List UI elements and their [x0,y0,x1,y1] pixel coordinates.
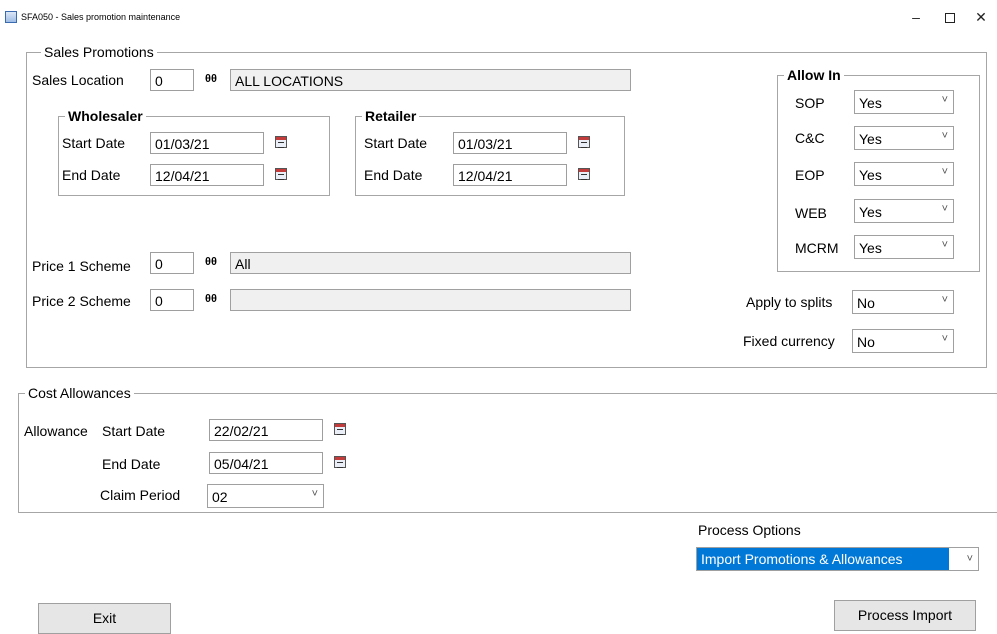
allow-in-cc-select[interactable]: Yes ˅ [854,126,954,150]
chevron-down-icon: ˅ [941,130,948,142]
calendar-icon[interactable] [275,168,287,180]
calendar-icon[interactable] [275,136,287,148]
allow-in-eop-label: EOP [795,167,825,183]
sales-location-description: ALL LOCATIONS [230,69,631,91]
allow-in-mcrm-label: MCRM [795,240,839,256]
allow-in-sop-label: SOP [795,95,825,111]
calendar-icon[interactable] [334,456,346,468]
cost-allowances-legend: Cost Allowances [28,385,131,401]
wholesaler-start-date-label: Start Date [62,135,126,151]
wholesaler-legend: Wholesaler [68,108,143,124]
chevron-down-icon: ˅ [311,488,318,500]
chevron-down-icon: ˅ [941,294,948,306]
chevron-down-icon: ˅ [941,203,948,215]
chevron-down-icon: ˅ [941,239,948,251]
sales-location-lookup-icon[interactable]: θθ [204,73,218,85]
title-bar: SFA050 - Sales promotion maintenance – ✕ [0,0,997,33]
fixed-currency-select[interactable]: No ˅ [852,329,954,353]
exit-button[interactable]: Exit [38,603,171,634]
price2-scheme-code-input[interactable]: 0 [150,289,194,311]
allowance-start-date-input[interactable]: 22/02/21 [209,419,323,441]
allowance-end-date-input[interactable]: 05/04/21 [209,452,323,474]
fixed-currency-value: No [857,334,875,350]
allowance-label: Allowance [24,423,88,439]
price1-lookup-icon[interactable]: θθ [204,256,218,268]
calendar-icon[interactable] [334,423,346,435]
allow-in-sop-select[interactable]: Yes ˅ [854,90,954,114]
sales-promotions-legend: Sales Promotions [44,44,154,60]
wholesaler-end-date-input[interactable]: 12/04/21 [150,164,264,186]
chevron-down-icon: ˅ [941,333,948,345]
calendar-icon[interactable] [578,136,590,148]
allow-in-cc-label: C&C [795,130,825,146]
allow-in-eop-select[interactable]: Yes ˅ [854,162,954,186]
allow-in-eop-value: Yes [859,167,882,183]
allow-in-mcrm-select[interactable]: Yes ˅ [854,235,954,259]
window-title: SFA050 - Sales promotion maintenance [21,12,181,22]
calendar-icon[interactable] [578,168,590,180]
chevron-down-icon: ˅ [966,553,973,565]
wholesaler-end-date-label: End Date [62,167,121,183]
retailer-legend: Retailer [365,108,417,124]
sales-location-label: Sales Location [32,72,124,88]
price2-scheme-label: Price 2 Scheme [32,293,131,309]
allowance-end-date-label: End Date [102,456,161,472]
allow-in-web-value: Yes [859,204,882,220]
apply-to-splits-value: No [857,295,875,311]
claim-period-select[interactable]: 02 ˅ [207,484,324,508]
maximize-button[interactable] [935,6,965,28]
chevron-down-icon: ˅ [941,166,948,178]
retailer-end-date-input[interactable]: 12/04/21 [453,164,567,186]
price1-scheme-code-input[interactable]: 0 [150,252,194,274]
sales-location-code-input[interactable]: 0 [150,69,194,91]
chevron-down-icon: ˅ [941,94,948,106]
process-options-label: Process Options [698,522,801,538]
allow-in-mcrm-value: Yes [859,240,882,256]
allow-in-sop-value: Yes [859,95,882,111]
apply-to-splits-select[interactable]: No ˅ [852,290,954,314]
fixed-currency-label: Fixed currency [743,333,835,349]
price1-scheme-description: All [230,252,631,274]
java-app-icon [5,11,17,23]
claim-period-label: Claim Period [100,487,181,503]
process-options-value: Import Promotions & Allowances [697,548,949,570]
maximize-icon [945,13,955,24]
price2-scheme-description [230,289,631,311]
process-options-select[interactable]: Import Promotions & Allowances ˅ [696,547,979,571]
allow-in-legend: Allow In [787,67,841,83]
price1-scheme-label: Price 1 Scheme [32,258,131,274]
allow-in-web-select[interactable]: Yes ˅ [854,199,954,223]
allow-in-web-label: WEB [795,205,827,221]
apply-to-splits-label: Apply to splits [746,294,833,310]
allowance-start-date-label: Start Date [102,423,166,439]
retailer-start-date-label: Start Date [364,135,428,151]
retailer-start-date-input[interactable]: 01/03/21 [453,132,567,154]
close-button[interactable]: ✕ [966,6,996,28]
price2-lookup-icon[interactable]: θθ [204,293,218,305]
claim-period-value: 02 [212,489,228,505]
allow-in-cc-value: Yes [859,131,882,147]
process-import-button[interactable]: Process Import [834,600,976,631]
retailer-end-date-label: End Date [364,167,423,183]
minimize-button[interactable]: – [901,6,931,28]
wholesaler-start-date-input[interactable]: 01/03/21 [150,132,264,154]
